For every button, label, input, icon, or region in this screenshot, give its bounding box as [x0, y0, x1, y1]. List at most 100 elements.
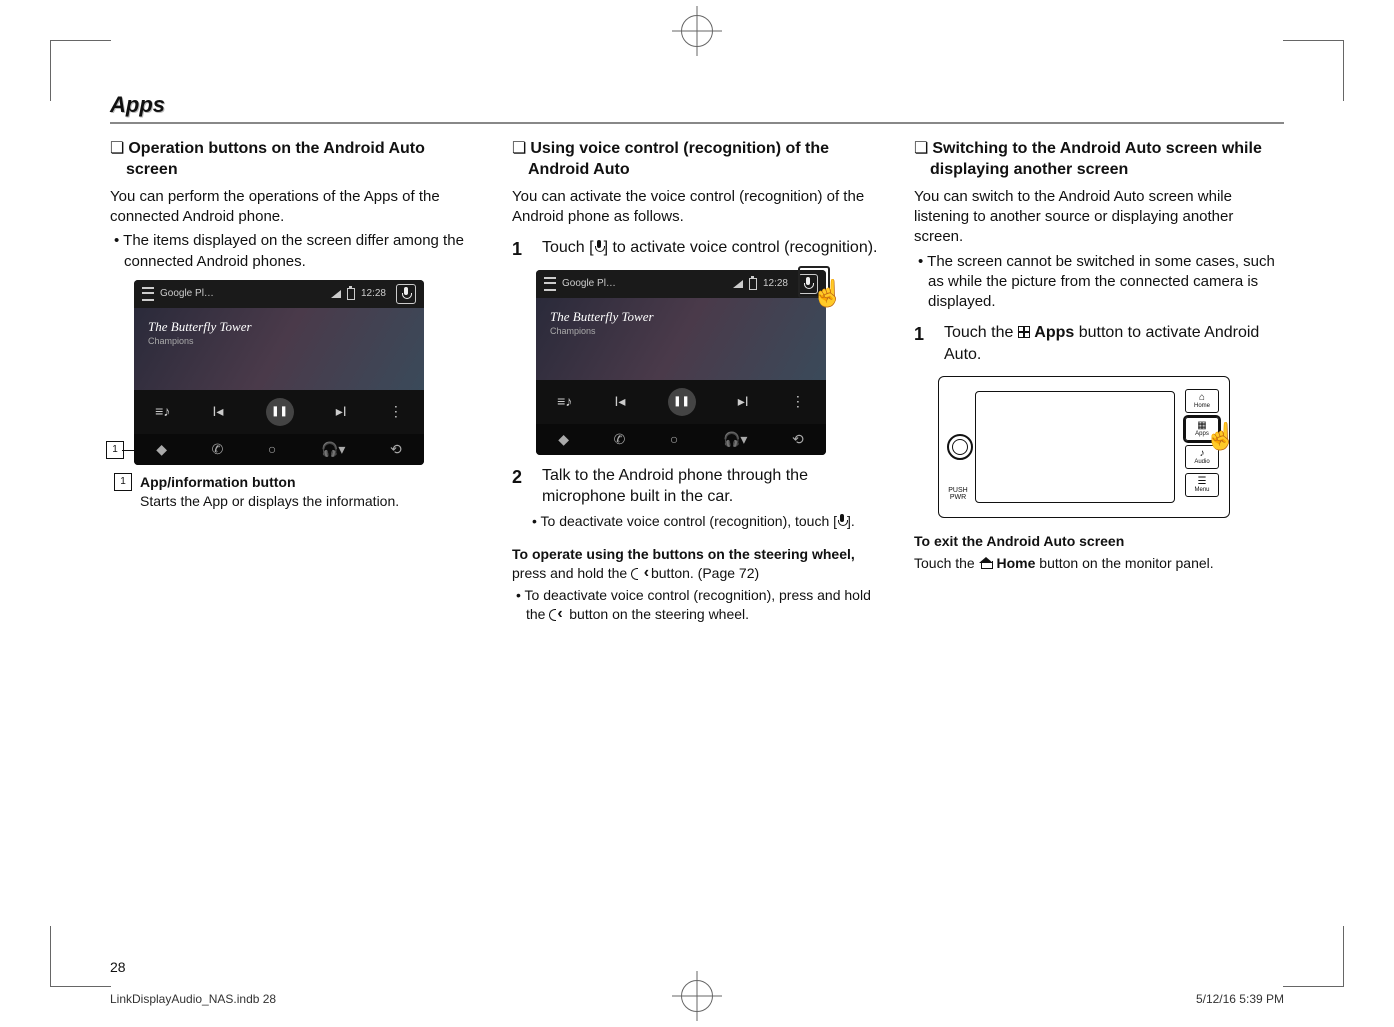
col2-step1-a: Touch [ [542, 239, 594, 256]
prev-icon: I◂ [614, 392, 625, 411]
aa-song-title-2: The Butterfly Tower [550, 308, 812, 326]
col2-step2: 2 Talk to the Android phone through the … [512, 465, 882, 508]
crop-mark-bl [50, 926, 111, 987]
legend-1-num: 1 [114, 473, 132, 491]
legend-1: 1 App/information button Starts the App … [114, 473, 480, 511]
col2-steering-bullet-b: button on the steering wheel. [565, 606, 749, 622]
next-icon: ▸I [738, 392, 749, 411]
registration-mark-top [681, 15, 713, 47]
mic-icon [837, 514, 847, 528]
col2-step2-body: Talk to the Android phone through the mi… [542, 465, 882, 508]
page-footer: LinkDisplayAudio_NAS.indb 28 5/12/16 5:3… [110, 991, 1284, 1007]
col3-exit-b: button on the monitor panel. [1035, 555, 1213, 571]
nav-phone-icon: ✆ [614, 430, 626, 449]
battery-icon [347, 288, 355, 300]
column-2: Using voice control (recognition) of the… [512, 134, 882, 629]
callout-1-line [122, 450, 134, 451]
col2-steering-c: button. (Page 72) [647, 565, 759, 581]
aa-nowplaying-2: The Butterfly Tower Champions [536, 298, 826, 380]
col2-step2-num: 2 [512, 465, 532, 508]
col3-step1-body: Touch the Apps button to activate Androi… [944, 322, 1284, 365]
aa-statusbar-2: Google Pl… 12:28 [536, 270, 826, 298]
legend-1-text: App/information button Starts the App or… [140, 473, 399, 511]
crop-mark-br [1283, 926, 1344, 987]
crop-mark-tr [1283, 40, 1344, 101]
queue-icon: ≡♪ [557, 392, 572, 411]
aa-navbar: ◆ ✆ ○ 🎧▾ ⟲ [134, 434, 424, 465]
col3-step1-a: Touch the [944, 324, 1018, 341]
col3-bullet1: The screen cannot be switched in some ca… [914, 252, 1284, 313]
section-title: Apps [110, 90, 1284, 124]
nav-maps-icon: ◆ [558, 430, 569, 449]
panel-knob-label: PUSH PWR [945, 487, 971, 501]
col3-step1-num: 1 [914, 322, 934, 365]
nav-home-icon: ○ [268, 440, 276, 459]
col2-step2-sub-b: ]. [847, 513, 855, 529]
panel-menu-label: Menu [1194, 487, 1209, 493]
legend-1-desc: Starts the App or displays the informati… [140, 493, 399, 509]
col2-steering-bullet: To deactivate voice control (recognition… [512, 586, 882, 624]
panel-knob [947, 434, 973, 460]
menu-btn-icon: ☰ [1198, 477, 1207, 487]
aa-song-sub: Champions [148, 335, 410, 347]
aa-provider: Google Pl… [160, 287, 214, 301]
nav-return-icon: ⟲ [390, 440, 402, 459]
battery-icon [749, 278, 757, 290]
col1-bullet1: The items displayed on the screen differ… [110, 231, 480, 272]
panel-audio-label: Audio [1194, 459, 1209, 465]
panel-screen [975, 391, 1175, 503]
mic-icon [594, 240, 604, 254]
android-auto-screenshot-2: Google Pl… 12:28 The Butterfly Tower Cha… [536, 270, 826, 455]
touch-hand-icon: ☝ [812, 276, 844, 311]
monitor-panel-diagram: PUSH PWR ⌂Home ▦Apps ♪Audio ☰Menu ☝ [938, 376, 1230, 518]
nav-return-icon: ⟲ [792, 430, 804, 449]
aa-time: 12:28 [361, 287, 386, 301]
android-auto-screenshot-1: Google Pl… 12:28 The Butterfly Tower Cha… [134, 280, 424, 465]
nav-phone-icon: ✆ [212, 440, 224, 459]
panel-home-button: ⌂Home [1185, 389, 1219, 413]
voice-icon [549, 607, 565, 621]
col3-exit-a: Touch the [914, 555, 979, 571]
aa-playback-controls-2: ≡♪ I◂ ❚❚ ▸I ⋮ [536, 380, 826, 424]
hamburger-icon [142, 287, 154, 301]
legend-1-title: App/information button [140, 474, 296, 490]
next-icon: ▸I [336, 402, 347, 421]
aa-time-2: 12:28 [763, 277, 788, 291]
col3-step1: 1 Touch the Apps button to activate Andr… [914, 322, 1284, 365]
apps-grid-icon [1018, 326, 1030, 338]
nav-maps-icon: ◆ [156, 440, 167, 459]
col2-p1: You can activate the voice control (reco… [512, 187, 882, 228]
footer-right: 5/12/16 5:39 PM [1196, 991, 1284, 1007]
aa-nowplaying: The Butterfly Tower Champions [134, 308, 424, 390]
panel-menu-button: ☰Menu [1185, 473, 1219, 497]
aa-playback-controls: ≡♪ I◂ ❚❚ ▸I ⋮ [134, 390, 424, 434]
col3-step1-apps: Apps [1034, 324, 1074, 341]
crop-mark-tl [50, 40, 111, 101]
column-3: Switching to the Android Auto screen whi… [914, 134, 1284, 629]
nav-headphones-icon: 🎧▾ [321, 440, 345, 459]
col1-heading: Operation buttons on the Android Auto sc… [110, 138, 480, 181]
queue-icon: ≡♪ [155, 402, 170, 421]
aa-device: Google Pl… 12:28 The Butterfly Tower Cha… [134, 280, 424, 465]
page-number: 28 [110, 958, 126, 977]
col2-step1-num: 1 [512, 237, 532, 261]
aa-navbar-2: ◆ ✆ ○ 🎧▾ ⟲ [536, 424, 826, 455]
hamburger-icon [544, 277, 556, 291]
col1-p1: You can perform the operations of the Ap… [110, 187, 480, 228]
aa-statusbar: Google Pl… 12:28 [134, 280, 424, 308]
column-1: Operation buttons on the Android Auto sc… [110, 134, 480, 629]
nav-home-icon: ○ [670, 430, 678, 449]
col3-exit-home: Home [997, 555, 1036, 571]
more-icon: ⋮ [791, 392, 805, 411]
col3-p1: You can switch to the Android Auto scree… [914, 187, 1284, 248]
panel-home-label: Home [1194, 403, 1210, 409]
touch-hand-icon: ☝ [1205, 419, 1237, 454]
signal-icon [733, 280, 743, 288]
pause-icon: ❚❚ [668, 388, 696, 416]
more-icon: ⋮ [389, 402, 403, 421]
col3-exit-title: To exit the Android Auto screen [914, 532, 1284, 551]
col2-step1-body: Touch [ ] to activate voice control (reco… [542, 237, 882, 261]
col2-step1-b: ] to activate voice control (recognition… [604, 239, 878, 256]
col2-step2-sub-a: To deactivate voice control (recognition… [541, 513, 838, 529]
col2-steering-b: press and hold the [512, 565, 631, 581]
